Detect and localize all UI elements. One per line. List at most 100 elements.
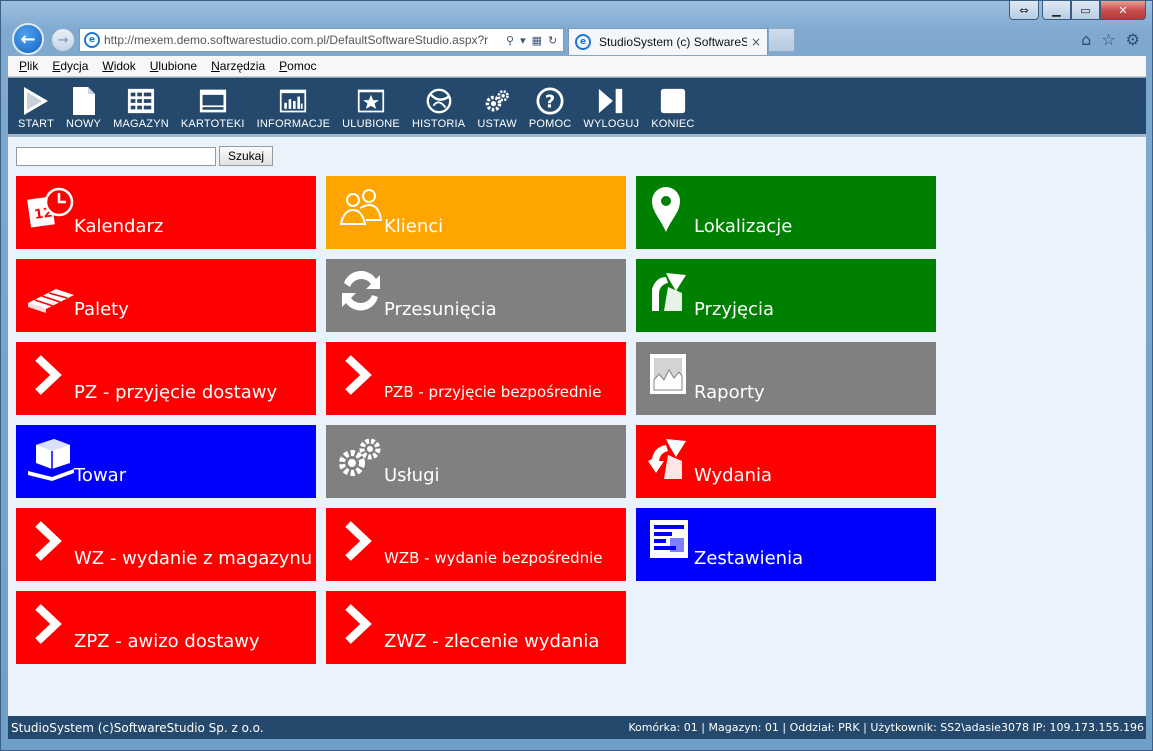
toolbar-start[interactable]: START [12, 79, 60, 134]
toolbar-ustaw[interactable]: USTAW [471, 79, 523, 134]
browser-tab[interactable]: e StudioSystem (c) SoftwareS... × [568, 28, 768, 55]
toolbar-label: WYLOGUJ [583, 118, 640, 130]
tile-wzb[interactable]: WZB - wydanie bezpośrednie [326, 508, 626, 581]
forward-button[interactable]: → [51, 28, 75, 52]
tab-favicon-icon: e [575, 34, 591, 50]
tile-lokalizacje[interactable]: Lokalizacje [636, 176, 936, 249]
new-tab-button[interactable] [769, 28, 795, 52]
toolbar-kartoteki[interactable]: KARTOTEKI [175, 79, 251, 134]
web-page: START NOWY MAGAZYN KARTOTEKI INFORMACJE … [8, 78, 1146, 739]
tile-uslugi[interactable]: Usługi [326, 425, 626, 498]
tile-label: Wydania [694, 465, 773, 486]
tile-klienci[interactable]: Klienci [326, 176, 626, 249]
play-icon [22, 87, 50, 115]
browser-window: ⇔ ▁ ▭ ✕ ← → e http://mexem.demo.software… [0, 0, 1153, 751]
close-button[interactable]: ✕ [1100, 1, 1146, 20]
tile-label: WZ - wydanie z magazynu [74, 548, 313, 569]
minimize-button[interactable]: ▁ [1042, 1, 1071, 20]
stop-icon [659, 87, 687, 115]
toolbar-label: ULUBIONE [342, 118, 400, 130]
search-button[interactable]: Szukaj [219, 146, 274, 166]
toolbar-label: HISTORIA [411, 118, 466, 130]
document-icon [70, 87, 98, 115]
status-session-info: Komórka: 01 | Magazyn: 01 | Oddział: PRK… [628, 721, 1144, 734]
window-icon [199, 87, 227, 115]
refresh-icon[interactable]: ↻ [548, 34, 557, 47]
tile-label: PZB - przyjęcie bezpośrednie [384, 383, 602, 401]
logout-icon [597, 87, 625, 115]
goods-icon [28, 439, 74, 481]
toolbar-koniec[interactable]: KONIEC [645, 79, 700, 134]
tile-pzb[interactable]: PZB - przyjęcie bezpośrednie [326, 342, 626, 415]
toolbar-informacje[interactable]: INFORMACJE [251, 79, 337, 134]
tile-label: Palety [74, 299, 129, 320]
menu-narzedzia[interactable]: Narzędzia [211, 59, 265, 73]
toolbar-label: MAGAZYN [113, 118, 169, 130]
ie-logo-icon: e [84, 32, 100, 48]
tile-zwz[interactable]: ZWZ - zlecenie wydania [326, 591, 626, 664]
chevron-right-icon [345, 604, 372, 644]
report-icon [650, 354, 686, 394]
favorites-star-icon[interactable]: ☆ [1101, 30, 1115, 49]
compatibility-icon[interactable]: ▦ [532, 34, 542, 47]
toolbar-label: INFORMACJE [256, 118, 331, 130]
toolbar-pomoc[interactable]: ? POMOC [523, 79, 578, 134]
tile-raporty[interactable]: Raporty [636, 342, 936, 415]
status-bar: StudioSystem (c)SoftwareStudio Sp. z o.o… [8, 716, 1146, 739]
tile-label: ZPZ - awizo dostawy [74, 631, 260, 652]
search-icon[interactable]: ⚲ [506, 34, 514, 47]
address-url[interactable]: http://mexem.demo.softwarestudio.com.pl/… [104, 33, 502, 47]
back-button[interactable]: ← [12, 23, 44, 55]
address-bar[interactable]: e http://mexem.demo.softwarestudio.com.p… [79, 28, 564, 52]
location-pin-icon [652, 187, 680, 232]
search-row: Szukaj [16, 146, 274, 166]
toolbar-label: POMOC [528, 118, 572, 130]
bar-chart-icon [279, 87, 307, 115]
dropdown-icon[interactable]: ▾ [520, 34, 526, 47]
home-icon[interactable]: ⌂ [1081, 30, 1091, 49]
tools-gear-icon[interactable]: ⚙ [1126, 30, 1140, 49]
tile-zpz[interactable]: ZPZ - awizo dostawy [16, 591, 316, 664]
gears-icon [339, 438, 381, 476]
tile-label: Usługi [384, 465, 440, 486]
tile-palety[interactable]: Palety [16, 259, 316, 332]
tile-label: Kalendarz [74, 216, 164, 237]
svg-text:?: ? [545, 93, 555, 113]
tile-label: Klienci [384, 216, 444, 237]
receipt-icon [652, 273, 686, 311]
search-input[interactable] [16, 146, 216, 166]
chevron-right-icon [345, 521, 372, 561]
tile-wydania[interactable]: Wydania [636, 425, 936, 498]
restore-down-button[interactable]: ⇔ [1009, 1, 1039, 20]
menu-edycja[interactable]: Edycja [52, 59, 88, 73]
tile-towar[interactable]: Towar [16, 425, 316, 498]
tile-label: Raporty [694, 382, 765, 403]
tile-pz[interactable]: PZ - przyjęcie dostawy [16, 342, 316, 415]
help-icon: ? [536, 87, 564, 115]
menu-plik[interactable]: Plik [19, 59, 38, 73]
toolbar-nowy[interactable]: NOWY [60, 79, 107, 134]
toolbar-magazyn[interactable]: MAGAZYN [107, 79, 175, 134]
issue-icon [648, 439, 686, 479]
tile-zestawienia[interactable]: Zestawienia [636, 508, 936, 581]
tile-przyjecia[interactable]: Przyjęcia [636, 259, 936, 332]
toolbar-historia[interactable]: HISTORIA [406, 79, 471, 134]
toolbar-label: KARTOTEKI [180, 118, 245, 130]
tile-kalendarz[interactable]: 12 Kalendarz [16, 176, 316, 249]
tile-label: ZWZ - zlecenie wydania [384, 631, 600, 652]
list-report-icon [650, 520, 688, 558]
window-caption-buttons: ⇔ ▁ ▭ ✕ [1009, 1, 1146, 20]
tab-close-icon[interactable]: × [751, 35, 761, 49]
tile-label: PZ - przyjęcie dostawy [74, 382, 278, 403]
toolbar-ulubione[interactable]: ULUBIONE [336, 79, 406, 134]
tile-wz[interactable]: WZ - wydanie z magazynu [16, 508, 316, 581]
tile-przesuniecia[interactable]: Przesunięcia [326, 259, 626, 332]
maximize-button[interactable]: ▭ [1071, 1, 1100, 20]
menu-widok[interactable]: Widok [102, 59, 135, 73]
chevron-right-icon [35, 355, 62, 395]
arrow-left-icon: ← [20, 28, 36, 50]
menu-ulubione[interactable]: Ulubione [150, 59, 197, 73]
arrow-right-icon: → [57, 32, 69, 48]
menu-pomoc[interactable]: Pomoc [279, 59, 316, 73]
toolbar-wyloguj[interactable]: WYLOGUJ [577, 79, 645, 134]
